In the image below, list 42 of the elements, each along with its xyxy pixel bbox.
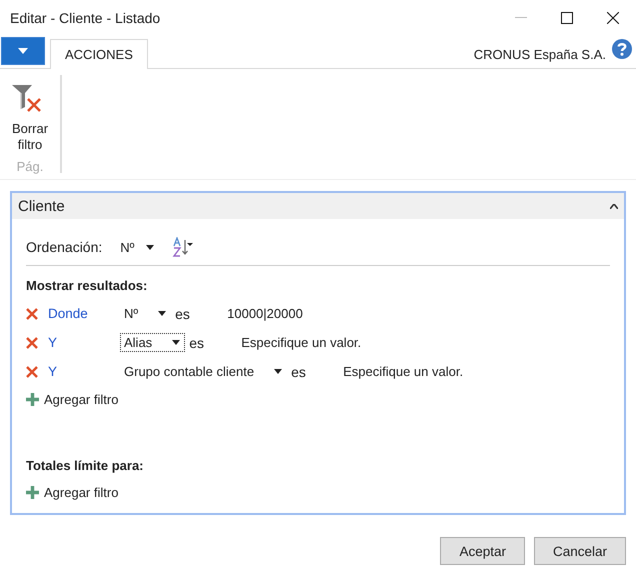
remove-icon[interactable] xyxy=(26,366,38,378)
sort-order-icon[interactable] xyxy=(172,237,194,257)
field-dropdown[interactable]: Nº xyxy=(120,304,172,323)
field-dropdown[interactable]: Alias xyxy=(120,333,186,352)
value-field[interactable]: 10000|20000 xyxy=(227,306,468,321)
collapse-icon[interactable] xyxy=(610,204,618,208)
conjunction-link[interactable]: Y xyxy=(48,335,120,350)
help-icon[interactable] xyxy=(612,39,632,59)
add-filter-button[interactable]: Agregar filtro xyxy=(26,386,118,412)
window-title: Editar - Cliente - Listado xyxy=(9,10,162,26)
operator-label: es xyxy=(175,306,191,322)
value-field[interactable]: Especifique un valor. xyxy=(343,364,584,379)
plus-icon xyxy=(26,486,39,498)
field-dropdown[interactable]: Grupo contable cliente xyxy=(120,362,288,381)
plus-icon xyxy=(26,392,39,406)
remove-icon[interactable] xyxy=(26,308,38,320)
add-filter-button[interactable]: Agregar filtro xyxy=(26,479,118,505)
value-field[interactable]: Especifique un valor. xyxy=(241,335,482,350)
group-label: Pág. xyxy=(16,159,44,174)
caret-icon xyxy=(158,311,166,316)
conjunction-link[interactable]: Y xyxy=(48,364,120,379)
panel-title: Cliente xyxy=(18,198,66,214)
caret-icon xyxy=(172,340,180,345)
operator-label: es xyxy=(291,364,307,380)
dialog-button[interactable]: Cancelar xyxy=(534,537,626,565)
dialog-button[interactable]: Aceptar xyxy=(440,537,525,565)
sort-label: Ordenación: xyxy=(26,239,102,255)
caret-icon xyxy=(274,369,282,374)
remove-icon[interactable] xyxy=(26,336,38,348)
clear-filter-button[interactable]: Borrar filtro xyxy=(8,81,52,153)
section-heading: Mostrar resultados: xyxy=(26,278,148,293)
sort-field-dropdown[interactable]: Nº xyxy=(116,238,158,256)
company-name: CRONUS España S.A. xyxy=(474,47,606,62)
section-heading: Totales límite para: xyxy=(26,458,145,473)
maximize-icon[interactable] xyxy=(561,12,573,24)
caret-icon xyxy=(18,48,28,54)
close-icon[interactable] xyxy=(607,12,619,24)
caret-icon xyxy=(146,244,154,250)
operator-label: es xyxy=(189,334,205,350)
conjunction-link[interactable]: Donde xyxy=(48,306,120,321)
menu-button[interactable] xyxy=(1,37,45,65)
ribbon-tab[interactable]: ACCIONES xyxy=(50,39,148,69)
